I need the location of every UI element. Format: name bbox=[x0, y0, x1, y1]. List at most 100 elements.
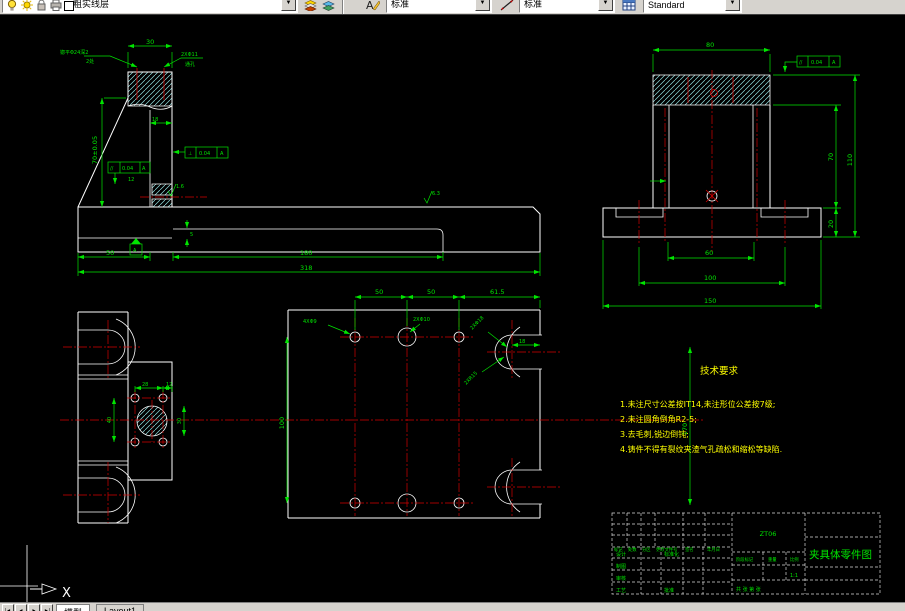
front-leader-right-2: 通孔 bbox=[185, 61, 195, 68]
layer-freeze-icon[interactable] bbox=[21, 0, 33, 11]
table-style-button[interactable] bbox=[620, 0, 640, 14]
plan-dim-t1: 50 bbox=[375, 288, 383, 296]
crosshair-cursor[interactable] bbox=[0, 545, 38, 602]
table-style-icon bbox=[622, 0, 636, 11]
title-block-process-label: 工艺 bbox=[616, 588, 626, 594]
front-dim-b2: 180 bbox=[300, 249, 312, 257]
svg-text:A: A bbox=[366, 0, 374, 11]
layer-combo[interactable]: 粗实线层 ▼ bbox=[2, 0, 298, 13]
title-block-draft-label: 制图 bbox=[616, 563, 626, 570]
tab-nav-first-icon[interactable]: |◄ bbox=[2, 604, 14, 611]
dim-style-value: 标准 bbox=[524, 0, 543, 9]
front-view: 30 70±0.05 锪平Φ24深2 2处 2XΦ11 通孔 18 // 0.0… bbox=[60, 38, 541, 276]
plan-leader-small: 4XΦ9 bbox=[303, 319, 317, 325]
title-block-drawing-title: 夹具体零件图 bbox=[809, 548, 872, 561]
plan-dim-t2: 50 bbox=[427, 288, 435, 296]
tech-req-line-3: 3.去毛刺,锐边倒钝; bbox=[620, 429, 689, 439]
title-block-scale-value: 1:1 bbox=[790, 573, 798, 579]
front-leader-left-2: 2处 bbox=[86, 58, 94, 65]
drawing-canvas[interactable]: 30 70±0.05 锪平Φ24深2 2处 2XΦ11 通孔 18 // 0.0… bbox=[0, 14, 905, 602]
dim-style-chevron-down-icon[interactable]: ▼ bbox=[598, 0, 613, 11]
tech-requirements: 技术要求 1.未注尺寸公差按IT14,未注形位公差按7级; 2.未注圆角倒角R2… bbox=[620, 365, 782, 454]
title-block-date-label: 年月日 bbox=[707, 546, 720, 553]
plan-dim-slot: 18 bbox=[519, 339, 525, 345]
front-dim-12: 12 bbox=[128, 177, 134, 183]
ucs-icon: X bbox=[30, 583, 71, 601]
layer-states-icon bbox=[322, 1, 335, 11]
text-style-combo[interactable]: 标准 ▼ bbox=[386, 0, 492, 13]
drawing-svg[interactable]: 30 70±0.05 锪平Φ24深2 2处 2XΦ11 通孔 18 // 0.0… bbox=[0, 14, 905, 602]
ucs-x-label: X bbox=[62, 586, 71, 601]
plan-boss-dim1: 28 bbox=[142, 382, 148, 388]
layer-manager-button[interactable] bbox=[302, 0, 319, 14]
layer-combo-chevron-down-icon[interactable]: ▼ bbox=[281, 0, 296, 11]
plan-dim-left: 100 bbox=[278, 417, 286, 429]
table-style-value: Standard bbox=[648, 0, 685, 10]
side-dim-r2: 110 bbox=[846, 154, 854, 166]
fcf-datum: A bbox=[142, 166, 146, 172]
text-style-button[interactable]: A bbox=[364, 0, 383, 14]
front-dim-height: 70±0.05 bbox=[91, 136, 99, 164]
title-block-qty-label: 处数 bbox=[628, 546, 637, 553]
side-dim-top: 80 bbox=[706, 41, 714, 49]
title-block-sign-label: 签名 bbox=[685, 546, 694, 553]
dim-style-icon bbox=[500, 0, 514, 11]
side-dim-r3: 20 bbox=[827, 220, 835, 228]
side-hatch-top bbox=[652, 74, 771, 106]
side-fcf-parallel: // 0.04 A bbox=[782, 55, 841, 72]
tech-req-line-4: 4.铸件不得有裂纹夹渣气孔疏松和缩松等缺陷. bbox=[620, 444, 782, 454]
ucs-x-arrow bbox=[41, 583, 58, 595]
front-leader-left-1: 锪平Φ24深2 bbox=[60, 49, 88, 56]
front-dim-5: 5 bbox=[190, 232, 193, 238]
layer-plot-icon[interactable] bbox=[50, 0, 62, 11]
tech-req-title: 技术要求 bbox=[700, 365, 739, 377]
plan-leader-big: 2XΦ10 bbox=[413, 317, 430, 323]
plan-boss-vdim: 40 bbox=[107, 417, 113, 423]
table-style-chevron-down-icon[interactable]: ▼ bbox=[725, 0, 740, 11]
front-base bbox=[77, 206, 541, 253]
text-style-chevron-down-icon[interactable]: ▼ bbox=[475, 0, 490, 11]
title-block-weight-label: 重量 bbox=[768, 556, 777, 563]
dim-style-button[interactable] bbox=[498, 0, 517, 14]
front-hatch-boss bbox=[127, 71, 173, 107]
front-dim-b3: 318 bbox=[300, 264, 312, 272]
front-roughness-1: 1.6 bbox=[176, 184, 184, 190]
fcf-symbol: ⊥ bbox=[188, 151, 192, 157]
front-dim-top: 30 bbox=[146, 38, 154, 46]
fcf-datum: A bbox=[832, 60, 836, 66]
tab-model[interactable]: 模型 bbox=[56, 604, 91, 611]
dim-style-combo[interactable]: 标准 ▼ bbox=[519, 0, 615, 13]
title-block-scale-label: 比例 bbox=[790, 556, 799, 563]
side-dim-b1: 60 bbox=[705, 249, 713, 257]
front-dim-b1: 50 bbox=[106, 249, 114, 257]
text-style-value: 标准 bbox=[391, 0, 410, 9]
title-block-part-no: ZT06 bbox=[760, 530, 777, 538]
layer-on-icon[interactable] bbox=[7, 0, 17, 11]
tab-nav-prev-icon[interactable]: ◄ bbox=[15, 604, 27, 611]
datum-label: A bbox=[133, 248, 137, 254]
plan-dimensions: 50 50 61.5 100 170 18 4XΦ9 2XΦ10 2XΦ18 2… bbox=[107, 288, 693, 505]
title-block-approve-label: 批准 bbox=[664, 587, 674, 594]
fcf-tolerance: 0.04 bbox=[811, 60, 822, 66]
front-fcf-perp: ⊥ 0.04 A bbox=[173, 146, 229, 159]
front-hatch-hole-bottom bbox=[151, 198, 173, 208]
tab-nav-last-icon[interactable]: ►| bbox=[41, 604, 53, 611]
front-roughness-2: 6.3 bbox=[432, 191, 440, 197]
layers-icon bbox=[304, 0, 317, 11]
front-dim-18: 18 bbox=[152, 117, 158, 123]
layer-states-button[interactable] bbox=[320, 0, 337, 14]
title-block-zone-label: 分区 bbox=[642, 546, 651, 553]
plan-view: 50 50 61.5 100 170 18 4XΦ9 2XΦ10 2XΦ18 2… bbox=[60, 288, 703, 524]
table-style-combo[interactable]: Standard ▼ bbox=[643, 0, 742, 13]
layer-lock-icon[interactable] bbox=[36, 0, 47, 11]
tab-nav-next-icon[interactable]: ► bbox=[28, 604, 40, 611]
title-block-stage-label: 阶段标记 bbox=[736, 556, 754, 563]
tab-layout1[interactable]: Layout1 bbox=[96, 604, 145, 611]
side-dim-b3: 150 bbox=[704, 297, 716, 305]
plan-dim-t3: 61.5 bbox=[490, 288, 504, 296]
layout-tab-bar: |◄ ◄ ► ►| 模型 Layout1 bbox=[0, 602, 905, 611]
fcf-datum: A bbox=[220, 151, 224, 157]
fcf-symbol: // bbox=[799, 60, 803, 66]
side-dim-r1: 70 bbox=[827, 153, 835, 161]
text-style-icon: A bbox=[366, 0, 380, 11]
